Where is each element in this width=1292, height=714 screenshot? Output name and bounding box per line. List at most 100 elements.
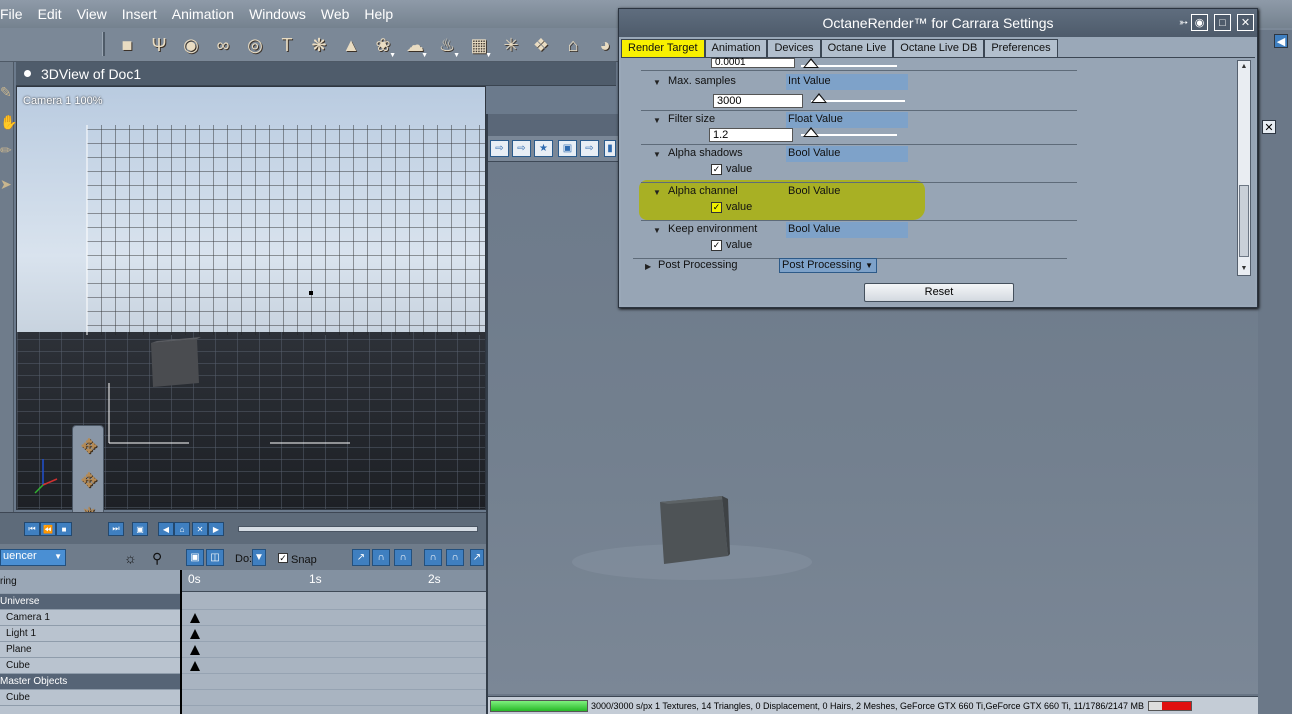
maximize-icon[interactable]: □ (1214, 14, 1231, 31)
keyframe-marker[interactable] (190, 613, 200, 623)
expand-arrow-icon[interactable]: ▼ (653, 188, 661, 197)
alpha-shadows-checkbox[interactable]: ✓ (711, 164, 722, 175)
rewind-button[interactable]: ⏪ (40, 522, 56, 536)
go-to-end-button[interactable]: ⏭ (108, 522, 124, 536)
post-processing-select[interactable]: Post Processing ▼ (779, 258, 877, 273)
save-as-icon[interactable]: ⇨ (580, 140, 599, 157)
go-to-start-button[interactable]: ⏮ (24, 522, 40, 536)
tab-animation[interactable]: Animation (704, 39, 768, 57)
collapse-arrow-icon[interactable]: ◀ (1274, 34, 1288, 48)
tab-devices[interactable]: Devices (767, 39, 821, 57)
menu-web[interactable]: Web (314, 6, 358, 22)
expand-arrow-icon[interactable]: ▼ (653, 226, 661, 235)
filter-size-input[interactable]: 1.2 (709, 128, 793, 142)
film-icon[interactable]: ❖ (530, 34, 552, 56)
reset-button[interactable]: Reset (864, 283, 1014, 302)
tween-ease-icon[interactable]: ∩ (372, 549, 390, 566)
filter-size-slider-knob[interactable] (803, 127, 819, 137)
ground-icon[interactable]: ▦ ▼ (468, 34, 492, 60)
brush-icon[interactable]: ✎ (0, 84, 12, 106)
do-dropdown[interactable]: ▼ (252, 549, 266, 566)
tween-out-icon[interactable]: ∩ (446, 549, 464, 566)
track-plane[interactable]: Plane (0, 642, 180, 658)
max-samples-input[interactable]: 3000 (713, 94, 803, 108)
pencil-icon[interactable]: ✏ (0, 142, 12, 164)
cube-icon[interactable]: ■ (116, 34, 138, 56)
house-icon[interactable]: ⌂ (562, 34, 584, 56)
eye-icon[interactable]: ◉ (1191, 14, 1208, 31)
preview-button[interactable]: ▣ (132, 522, 148, 536)
text-icon[interactable]: T (276, 34, 298, 56)
prev-key-button[interactable]: ◀ (158, 522, 174, 536)
tween-linear-icon[interactable]: ↗ (352, 549, 370, 566)
dialog-scrollbar[interactable]: ▲ ▼ (1237, 60, 1251, 276)
dolly-icon[interactable]: ✥ (76, 432, 102, 460)
torus-icon[interactable]: ◎ (244, 34, 266, 56)
track-camera-1[interactable]: Camera 1 (0, 610, 180, 626)
time-ruler[interactable]: 0s 1s 2s (182, 570, 488, 592)
import-icon[interactable]: ⇨ (490, 140, 509, 157)
menu-windows[interactable]: Windows (242, 6, 314, 22)
hand-icon[interactable]: ✋ (0, 114, 17, 136)
save-icon[interactable]: ▣ (558, 140, 577, 157)
tab-render-target[interactable]: Render Target (621, 39, 705, 57)
open-folder-icon[interactable]: ★ (534, 140, 553, 157)
tween-in-icon[interactable]: ∩ (424, 549, 442, 566)
light-icon[interactable]: ☼ (124, 550, 137, 566)
expand-arrow-icon[interactable]: ▼ (653, 116, 661, 125)
time-scrubber[interactable] (238, 526, 478, 532)
delete-key-button[interactable]: ✕ (192, 522, 208, 536)
expand-arrow-icon[interactable]: ▼ (653, 150, 661, 159)
sequencer-mode-select[interactable]: uencer ▼ (0, 549, 66, 566)
pan-icon[interactable]: ✥ (76, 466, 102, 494)
window-dot-icon[interactable] (24, 70, 31, 77)
dialog-title-bar[interactable]: OctaneRender™ for Carrara Settings (619, 9, 1257, 37)
search-icon[interactable]: ⚲ (152, 550, 162, 567)
track-master-objects[interactable]: Master Objects (0, 674, 180, 690)
menu-animation[interactable]: Animation (165, 6, 242, 22)
sphere-icon[interactable]: ◉ (180, 34, 202, 56)
terrain-icon[interactable]: ▲ (340, 34, 362, 56)
menu-help[interactable]: Help (357, 6, 401, 22)
tab-octane-live-db[interactable]: Octane Live DB (893, 39, 985, 57)
track-cube[interactable]: Cube (0, 658, 180, 674)
cloud-icon[interactable]: ☁ ▼ (404, 34, 428, 60)
timeline[interactable]: 0s 1s 2s (180, 570, 488, 714)
menu-file[interactable]: File (0, 6, 31, 22)
partial-slider-knob[interactable] (803, 58, 819, 68)
scroll-down-icon[interactable]: ▼ (1239, 264, 1249, 274)
next-key-button[interactable]: ▶ (208, 522, 224, 536)
alpha-channel-checkbox[interactable]: ✓ (711, 202, 722, 213)
track-universe[interactable]: Universe (0, 594, 180, 610)
key-button[interactable]: ⌂ (174, 522, 190, 536)
menu-edit[interactable]: Edit (31, 6, 70, 22)
split-view-icon[interactable]: ◫ (206, 549, 224, 566)
keep-environment-checkbox[interactable]: ✓ (711, 240, 722, 251)
snap-checkbox[interactable]: ✓ (278, 553, 288, 563)
track-master-cube[interactable]: Cube (0, 690, 180, 706)
scroll-thumb[interactable] (1239, 185, 1249, 257)
book-icon[interactable]: ▮ (604, 140, 616, 157)
stop-button[interactable]: ■ (56, 522, 72, 536)
partial-value-field[interactable]: 0.0001 (711, 58, 795, 68)
tab-octane-live[interactable]: Octane Live (820, 39, 894, 57)
menu-insert[interactable]: Insert (115, 6, 165, 22)
tween-smooth-icon[interactable]: ∩ (394, 549, 412, 566)
export-icon[interactable]: ⇨ (512, 140, 531, 157)
figure-icon[interactable]: ∞ (212, 34, 234, 56)
keyframe-marker[interactable] (190, 645, 200, 655)
track-light-1[interactable]: Light 1 (0, 626, 180, 642)
plant-icon[interactable]: ❀ ▼ (372, 34, 396, 60)
close-icon[interactable]: ✕ (1237, 14, 1254, 31)
fire-icon[interactable]: ♨ ▼ (436, 34, 460, 60)
sparkle-icon[interactable]: ✳ (500, 34, 522, 56)
keyframe-marker[interactable] (190, 661, 200, 671)
close-icon[interactable]: ✕ (1262, 120, 1276, 134)
goblet-icon[interactable]: Ψ (148, 34, 170, 56)
collapse-arrow-icon[interactable]: ▶ (645, 262, 651, 271)
menu-view[interactable]: View (70, 6, 115, 22)
max-samples-slider-knob[interactable] (811, 93, 827, 103)
scroll-up-icon[interactable]: ▲ (1239, 62, 1249, 72)
pin-icon[interactable]: ➳ (1175, 14, 1192, 31)
fit-view-icon[interactable]: ▣ (186, 549, 204, 566)
